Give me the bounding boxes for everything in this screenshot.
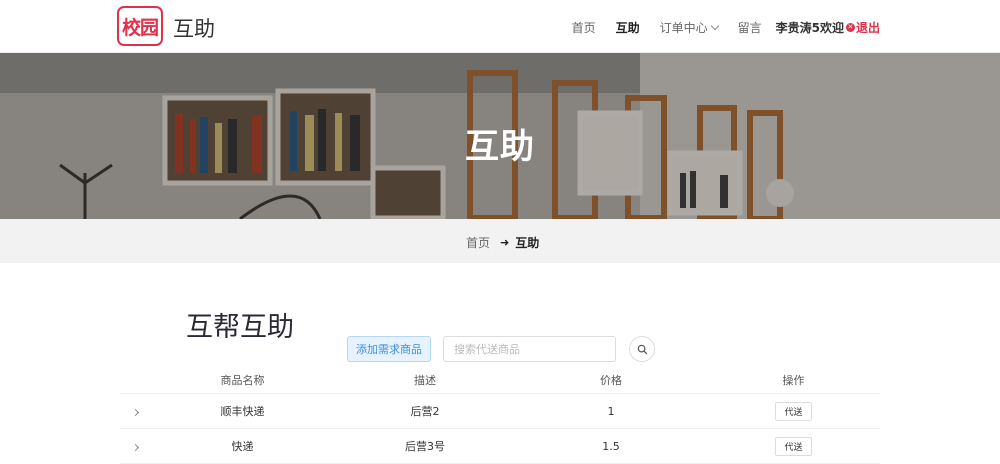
breadcrumb-current: 互助 <box>515 236 540 250</box>
breadcrumb: 首页 ➜ 互助 <box>466 234 539 251</box>
logo-text: 校园 <box>121 16 159 39</box>
breadcrumb-home[interactable]: 首页 <box>466 234 490 251</box>
header-price: 价格 <box>600 374 622 387</box>
cell-price: 1.5 <box>602 439 620 453</box>
search-input[interactable] <box>443 336 616 362</box>
search-icon <box>637 344 647 354</box>
search-button[interactable] <box>629 336 655 362</box>
nav-home[interactable]: 首页 <box>572 19 596 36</box>
hero-banner: 互助 <box>0 53 1000 219</box>
breadcrumb-bar: 首页 ➜ 互助 <box>0 219 1000 263</box>
user-greeting: 李贵涛5欢迎 <box>775 21 844 35</box>
deliver-button[interactable]: 代送 <box>775 401 812 421</box>
table-header: 商品名称 描述 价格 操作 <box>120 367 880 394</box>
table-row: 顺丰快递 后营2 1 代送 <box>120 394 880 429</box>
page-title: 互帮互助 <box>186 312 294 343</box>
nav-help[interactable]: 互助 <box>616 19 640 36</box>
nav-orders-dropdown[interactable]: 订单中心 <box>659 19 719 36</box>
nav-messages[interactable]: 留言 <box>738 19 762 36</box>
hero-title: 互助 <box>465 127 535 167</box>
row-expand[interactable] <box>120 405 150 418</box>
logout-label: 退出 <box>855 21 880 35</box>
add-request-button[interactable]: 添加需求商品 <box>347 336 431 362</box>
table-row: 快递 后营3号 1.5 代送 <box>120 429 880 464</box>
close-circle-icon: ✕ <box>845 23 855 32</box>
row-expand[interactable] <box>120 440 150 453</box>
header-name: 商品名称 <box>220 374 265 387</box>
chevron-right-icon <box>131 408 139 416</box>
site-name: 互助 <box>173 17 215 41</box>
header-action: 操作 <box>782 374 805 387</box>
cell-desc: 后营2 <box>410 405 440 418</box>
help-requests-table: 商品名称 描述 价格 操作 顺丰快递 后营2 1 代送 快递 后营3号 1.5 … <box>120 367 880 464</box>
cell-name: 顺丰快递 <box>220 405 265 418</box>
site-logo[interactable]: 校园 <box>117 6 163 46</box>
nav-orders-label: 订单中心 <box>659 21 708 35</box>
cell-price: 1 <box>607 404 615 418</box>
deliver-button[interactable]: 代送 <box>775 436 812 456</box>
cell-desc: 后营3号 <box>405 440 445 453</box>
top-header: 校园 互助 首页 互助 订单中心 留言 李贵涛5欢迎 ✕ 退出 <box>0 0 1000 53</box>
header-desc: 描述 <box>414 374 436 387</box>
logout-link[interactable]: ✕ 退出 <box>845 19 880 36</box>
chevron-right-icon <box>131 443 139 451</box>
arrow-right-icon: ➜ <box>500 236 510 249</box>
cell-name: 快递 <box>231 440 254 453</box>
chevron-down-icon <box>710 21 719 31</box>
main-nav: 首页 互助 订单中心 留言 李贵涛5欢迎 ✕ 退出 <box>552 19 880 36</box>
